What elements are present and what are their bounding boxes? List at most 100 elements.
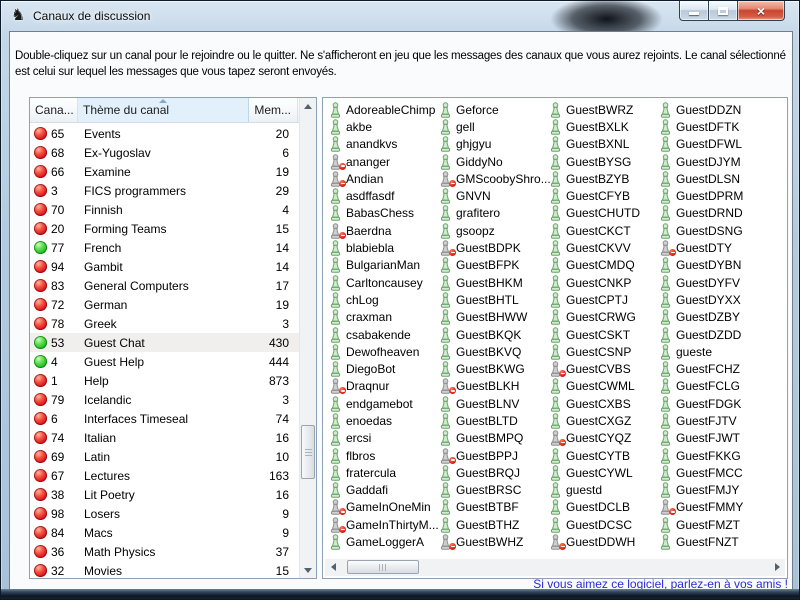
- user-item[interactable]: GuestBKQK: [436, 326, 546, 343]
- close-button[interactable]: ×: [738, 1, 785, 21]
- user-item[interactable]: GuestBXNL: [546, 136, 656, 153]
- channel-row[interactable]: 70Finnish4: [30, 200, 299, 219]
- user-item[interactable]: GuestBWHZ: [436, 533, 546, 550]
- user-item[interactable]: flbros: [326, 447, 436, 464]
- channel-row[interactable]: 66Examine19: [30, 162, 299, 181]
- horizontal-scrollbar-thumb[interactable]: [347, 560, 419, 574]
- user-item[interactable]: GuestBDPK: [436, 239, 546, 256]
- scroll-up-icon[interactable]: [300, 98, 316, 114]
- scroll-down-icon[interactable]: [300, 562, 316, 578]
- channel-row[interactable]: 72German19: [30, 295, 299, 314]
- maximize-button[interactable]: [709, 1, 738, 21]
- scroll-left-icon[interactable]: [325, 559, 341, 575]
- column-header-theme[interactable]: Thème du canal: [78, 98, 249, 122]
- user-item[interactable]: GuestBLNV: [436, 395, 546, 412]
- user-item[interactable]: ghjgyu: [436, 136, 546, 153]
- user-item[interactable]: GuestCFYB: [546, 187, 656, 204]
- user-item[interactable]: GuestDPRM: [656, 187, 766, 204]
- user-item[interactable]: GuestCXBS: [546, 395, 656, 412]
- channel-row[interactable]: 78Greek3: [30, 314, 299, 333]
- user-item[interactable]: GuestFMJY: [656, 482, 766, 499]
- column-header-channel[interactable]: Cana...: [30, 98, 78, 122]
- channel-row[interactable]: 3FICS programmers29: [30, 181, 299, 200]
- user-item[interactable]: grafitero: [436, 205, 546, 222]
- user-item[interactable]: csabakende: [326, 326, 436, 343]
- user-item[interactable]: GuestDCSC: [546, 516, 656, 533]
- user-item[interactable]: GuestBTHZ: [436, 516, 546, 533]
- user-item[interactable]: gueste: [656, 343, 766, 360]
- channel-row[interactable]: 53Guest Chat430: [30, 333, 299, 352]
- user-item[interactable]: GuestDYXX: [656, 291, 766, 308]
- user-item[interactable]: gell: [436, 118, 546, 135]
- user-item[interactable]: fratercula: [326, 464, 436, 481]
- channel-row[interactable]: 6Interfaces Timeseal74: [30, 409, 299, 428]
- user-item[interactable]: Draqnur: [326, 378, 436, 395]
- user-item[interactable]: GuestCKCT: [546, 222, 656, 239]
- user-item[interactable]: GuestDTY: [656, 239, 766, 256]
- user-item[interactable]: ananger: [326, 153, 436, 170]
- channel-row[interactable]: 38Lit Poetry16: [30, 485, 299, 504]
- user-item[interactable]: GuestBHKM: [436, 274, 546, 291]
- user-item[interactable]: chLog: [326, 291, 436, 308]
- user-item[interactable]: GuestBMPQ: [436, 430, 546, 447]
- user-item[interactable]: GuestBWRZ: [546, 101, 656, 118]
- user-item[interactable]: GuestDZBY: [656, 309, 766, 326]
- channel-row[interactable]: 79Icelandic3: [30, 390, 299, 409]
- user-item[interactable]: craxman: [326, 309, 436, 326]
- user-item[interactable]: GuestDCLB: [546, 499, 656, 516]
- user-item[interactable]: GuestFKKG: [656, 447, 766, 464]
- user-item[interactable]: Gaddafi: [326, 482, 436, 499]
- user-item[interactable]: AdoreableChimp: [326, 101, 436, 118]
- channel-row[interactable]: 94Gambit14: [30, 257, 299, 276]
- user-item[interactable]: GuestDDWH: [546, 533, 656, 550]
- channel-row[interactable]: 68Ex-Yugoslav6: [30, 143, 299, 162]
- user-item[interactable]: GuestCYWL: [546, 464, 656, 481]
- user-item[interactable]: GNVN: [436, 187, 546, 204]
- channel-row[interactable]: 32Movies15: [30, 561, 299, 578]
- user-item[interactable]: GuestDLSN: [656, 170, 766, 187]
- user-item[interactable]: gsoopz: [436, 222, 546, 239]
- user-item[interactable]: GuestCVBS: [546, 360, 656, 377]
- user-item[interactable]: GuestCSKT: [546, 326, 656, 343]
- user-item[interactable]: GuestBYSG: [546, 153, 656, 170]
- user-item[interactable]: guestd: [546, 482, 656, 499]
- user-item[interactable]: BabasChess: [326, 205, 436, 222]
- user-item[interactable]: GameLoggerA: [326, 533, 436, 550]
- channel-row[interactable]: 83General Computers17: [30, 276, 299, 295]
- user-item[interactable]: GuestDDZN: [656, 101, 766, 118]
- user-item[interactable]: GuestBRSC: [436, 482, 546, 499]
- user-item[interactable]: GuestFNZT: [656, 533, 766, 550]
- channel-row[interactable]: 84Macs9: [30, 523, 299, 542]
- user-item[interactable]: GuestDSNG: [656, 222, 766, 239]
- user-item[interactable]: GuestCPTJ: [546, 291, 656, 308]
- user-item[interactable]: GuestDJYM: [656, 153, 766, 170]
- user-item[interactable]: Baerdna: [326, 222, 436, 239]
- column-header-members[interactable]: Mem...: [249, 98, 298, 122]
- user-item[interactable]: GuestBZYB: [546, 170, 656, 187]
- user-item[interactable]: Andian: [326, 170, 436, 187]
- user-item[interactable]: GuestBXLK: [546, 118, 656, 135]
- user-item[interactable]: endgamebot: [326, 395, 436, 412]
- channel-row[interactable]: 69Latin10: [30, 447, 299, 466]
- user-item[interactable]: GuestCYTB: [546, 447, 656, 464]
- user-item[interactable]: ercsi: [326, 430, 436, 447]
- channel-row[interactable]: 74Italian16: [30, 428, 299, 447]
- user-item[interactable]: GuestDYFV: [656, 274, 766, 291]
- user-item[interactable]: blabiebla: [326, 239, 436, 256]
- user-item[interactable]: GuestCSNP: [546, 343, 656, 360]
- user-item[interactable]: GuestBRQJ: [436, 464, 546, 481]
- user-item[interactable]: Carltoncausey: [326, 274, 436, 291]
- user-item[interactable]: GuestBKVQ: [436, 343, 546, 360]
- channel-row[interactable]: 4Guest Help444: [30, 352, 299, 371]
- user-item[interactable]: GuestDFTK: [656, 118, 766, 135]
- user-item[interactable]: GuestFMCC: [656, 464, 766, 481]
- user-item[interactable]: GuestBLKH: [436, 378, 546, 395]
- user-item[interactable]: GuestDRND: [656, 205, 766, 222]
- user-item[interactable]: GuestFMMY: [656, 499, 766, 516]
- user-item[interactable]: GuestFCHZ: [656, 360, 766, 377]
- user-item[interactable]: GameInOneMin: [326, 499, 436, 516]
- user-item[interactable]: GuestCKVV: [546, 239, 656, 256]
- channel-row[interactable]: 77French14: [30, 238, 299, 257]
- channel-row[interactable]: 65Events20: [30, 124, 299, 143]
- channels-vertical-scrollbar[interactable]: [299, 98, 316, 578]
